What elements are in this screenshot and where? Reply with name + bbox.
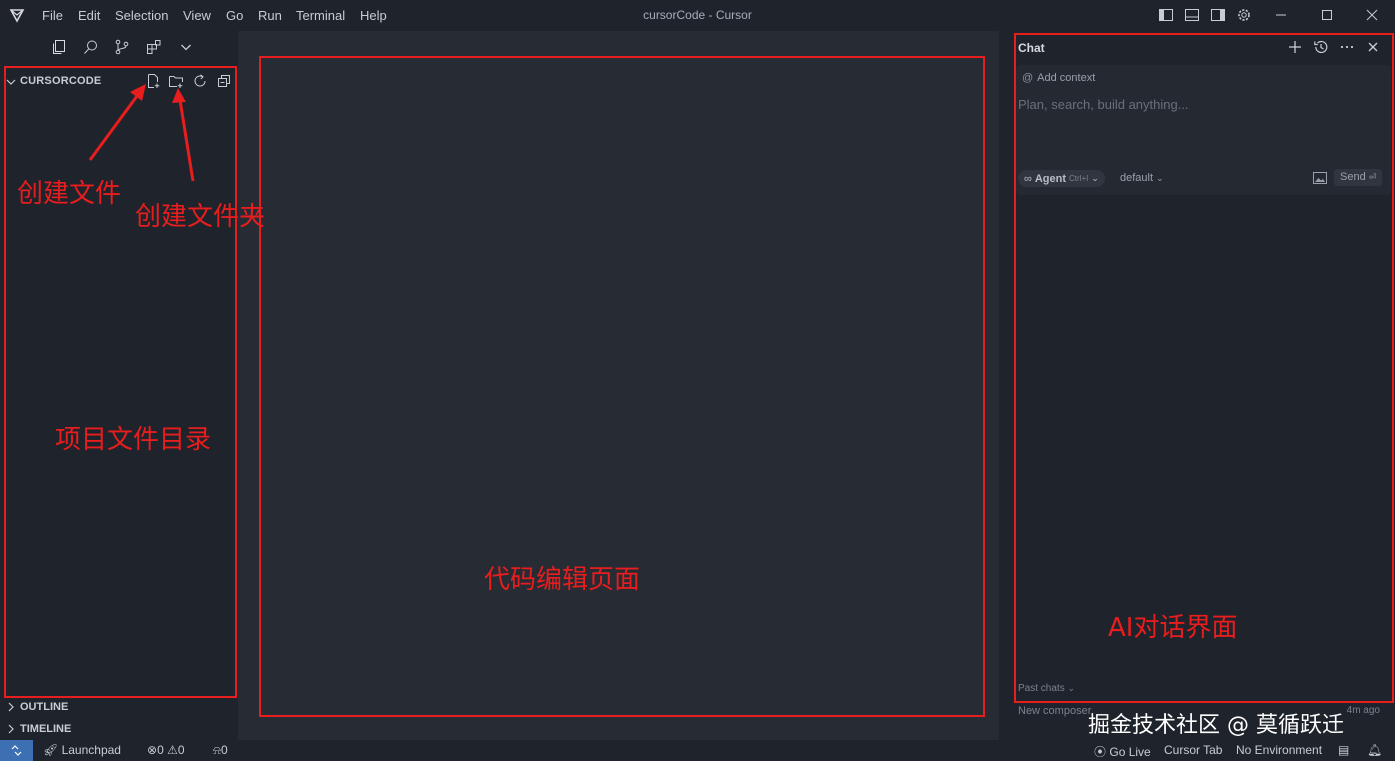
ports-button[interactable]: ⍾0: [213, 743, 228, 758]
send-label: Send: [1340, 171, 1366, 183]
chevron-right-icon: [8, 724, 14, 734]
image-icon[interactable]: [1313, 172, 1327, 184]
activity-bar: [0, 31, 238, 62]
toggle-primary-sidebar-icon[interactable]: [1158, 7, 1174, 23]
model-label: default: [1120, 172, 1154, 184]
launchpad-button[interactable]: 🚀︎ Launchpad: [43, 743, 121, 757]
menu-run[interactable]: Run: [258, 8, 282, 23]
agent-shortcut: Ctrl+I: [1069, 174, 1089, 183]
chat-input-box[interactable]: @ Add context Plan, search, build anythin…: [1016, 65, 1391, 195]
source-control-icon[interactable]: [114, 39, 130, 55]
add-context-label: Add context: [1037, 72, 1096, 84]
menu-selection[interactable]: Selection: [115, 8, 168, 23]
close-window-icon[interactable]: [1363, 6, 1381, 24]
error-count: 0: [157, 743, 164, 757]
go-live-button[interactable]: ⦿ Go Live: [1094, 743, 1151, 760]
menu-file[interactable]: File: [42, 8, 63, 23]
infinity-icon: ∞: [1024, 172, 1032, 185]
status-bar: 🚀︎ Launchpad ⊗0 ⚠0 ⍾0 ⦿ Go Live Cursor T…: [0, 740, 1395, 761]
past-chats-label: Past chats: [1018, 683, 1065, 694]
explorer-header[interactable]: CURSORCODE: [0, 68, 238, 90]
composer-time: 4m ago: [1346, 705, 1380, 716]
collapse-all-icon[interactable]: [216, 73, 232, 89]
new-folder-icon[interactable]: [168, 73, 184, 89]
rocket-icon: 🚀︎: [43, 743, 59, 757]
add-context-button[interactable]: @ Add context: [1022, 72, 1095, 84]
search-icon[interactable]: [83, 39, 99, 55]
chat-title: Chat: [1018, 41, 1045, 55]
new-file-icon[interactable]: [145, 73, 161, 89]
error-icon: ⊗: [147, 743, 158, 757]
bell-icon[interactable]: 🔔︎: [1367, 743, 1382, 757]
panel-gap: [999, 31, 1012, 740]
model-select[interactable]: default ⌄: [1120, 172, 1164, 184]
chevron-down-icon: ⌄: [1091, 173, 1099, 183]
at-icon: @: [1022, 72, 1034, 84]
broadcast-icon: ⦿: [1094, 745, 1107, 759]
warning-icon: ⚠: [167, 743, 178, 757]
maximize-icon[interactable]: [1318, 6, 1336, 24]
close-icon[interactable]: [1365, 39, 1381, 55]
launchpad-label: Launchpad: [61, 743, 121, 757]
annotation-create-file: 创建文件: [17, 179, 122, 209]
annotation-file-tree: 项目文件目录: [55, 425, 212, 455]
environment-button[interactable]: No Environment: [1236, 743, 1322, 757]
agent-label: Agent: [1034, 172, 1067, 185]
editor-area[interactable]: [238, 31, 999, 740]
send-button[interactable]: Send ⏎: [1334, 169, 1382, 186]
outline-section[interactable]: OUTLINE: [0, 696, 238, 718]
chevron-down-icon: ⌄: [1156, 173, 1164, 183]
go-live-label: Go Live: [1109, 745, 1151, 759]
title-bar: File Edit Selection View Go Run Terminal…: [0, 0, 1395, 31]
extensions-icon[interactable]: [146, 39, 162, 55]
warning-count: 0: [177, 743, 185, 757]
problems-button[interactable]: ⊗0 ⚠0: [147, 743, 185, 757]
toggle-secondary-sidebar-icon[interactable]: [1210, 7, 1226, 23]
timeline-title: TIMELINE: [20, 723, 72, 735]
chevron-down-icon: [6, 79, 16, 85]
more-icon[interactable]: [1339, 39, 1355, 55]
chevron-down-icon[interactable]: [178, 39, 194, 55]
menu-terminal[interactable]: Terminal: [296, 8, 345, 23]
gear-icon[interactable]: [1236, 7, 1252, 23]
explorer-sidebar: CURSORCODE OUTLINE TIMELINE: [0, 62, 238, 740]
annotation-ai-chat: AI对话界面: [1108, 613, 1238, 643]
menu-view[interactable]: View: [183, 8, 211, 23]
outline-title: OUTLINE: [20, 701, 69, 713]
agent-mode-select[interactable]: ∞ Agent Ctrl+I ⌄: [1018, 170, 1105, 187]
menu-go[interactable]: Go: [226, 8, 243, 23]
composer-name: New composer: [1018, 705, 1092, 717]
feedback-icon[interactable]: ▤: [1338, 743, 1349, 757]
annotation-code-editor: 代码编辑页面: [484, 565, 641, 595]
broadcast-icon: ⍾: [213, 743, 221, 757]
explorer-title: CURSORCODE: [20, 75, 102, 87]
enter-icon: ⏎: [1368, 172, 1377, 182]
plus-icon[interactable]: [1287, 39, 1303, 55]
minimize-icon[interactable]: [1272, 6, 1290, 24]
remote-icon: [11, 745, 22, 756]
menu-edit[interactable]: Edit: [78, 8, 100, 23]
menu-help[interactable]: Help: [360, 8, 387, 23]
remote-button[interactable]: [0, 740, 33, 761]
past-chats-toggle[interactable]: Past chats ⌄: [1018, 683, 1075, 694]
ports-count: 0: [220, 743, 228, 757]
watermark: 掘金技术社区 @ 莫循跃迁: [1088, 713, 1344, 738]
chevron-down-icon: ⌄: [1067, 683, 1076, 693]
chat-placeholder: Plan, search, build anything...: [1018, 97, 1189, 112]
timeline-section[interactable]: TIMELINE: [0, 718, 238, 740]
toggle-panel-icon[interactable]: [1184, 7, 1200, 23]
files-icon[interactable]: [51, 39, 67, 55]
cursor-tab-button[interactable]: Cursor Tab: [1164, 743, 1222, 757]
history-icon[interactable]: [1313, 39, 1329, 55]
annotation-create-folder: 创建文件夹: [135, 202, 266, 232]
refresh-icon[interactable]: [192, 73, 208, 89]
chevron-right-icon: [8, 702, 14, 712]
cursor-logo-icon: [9, 9, 25, 23]
